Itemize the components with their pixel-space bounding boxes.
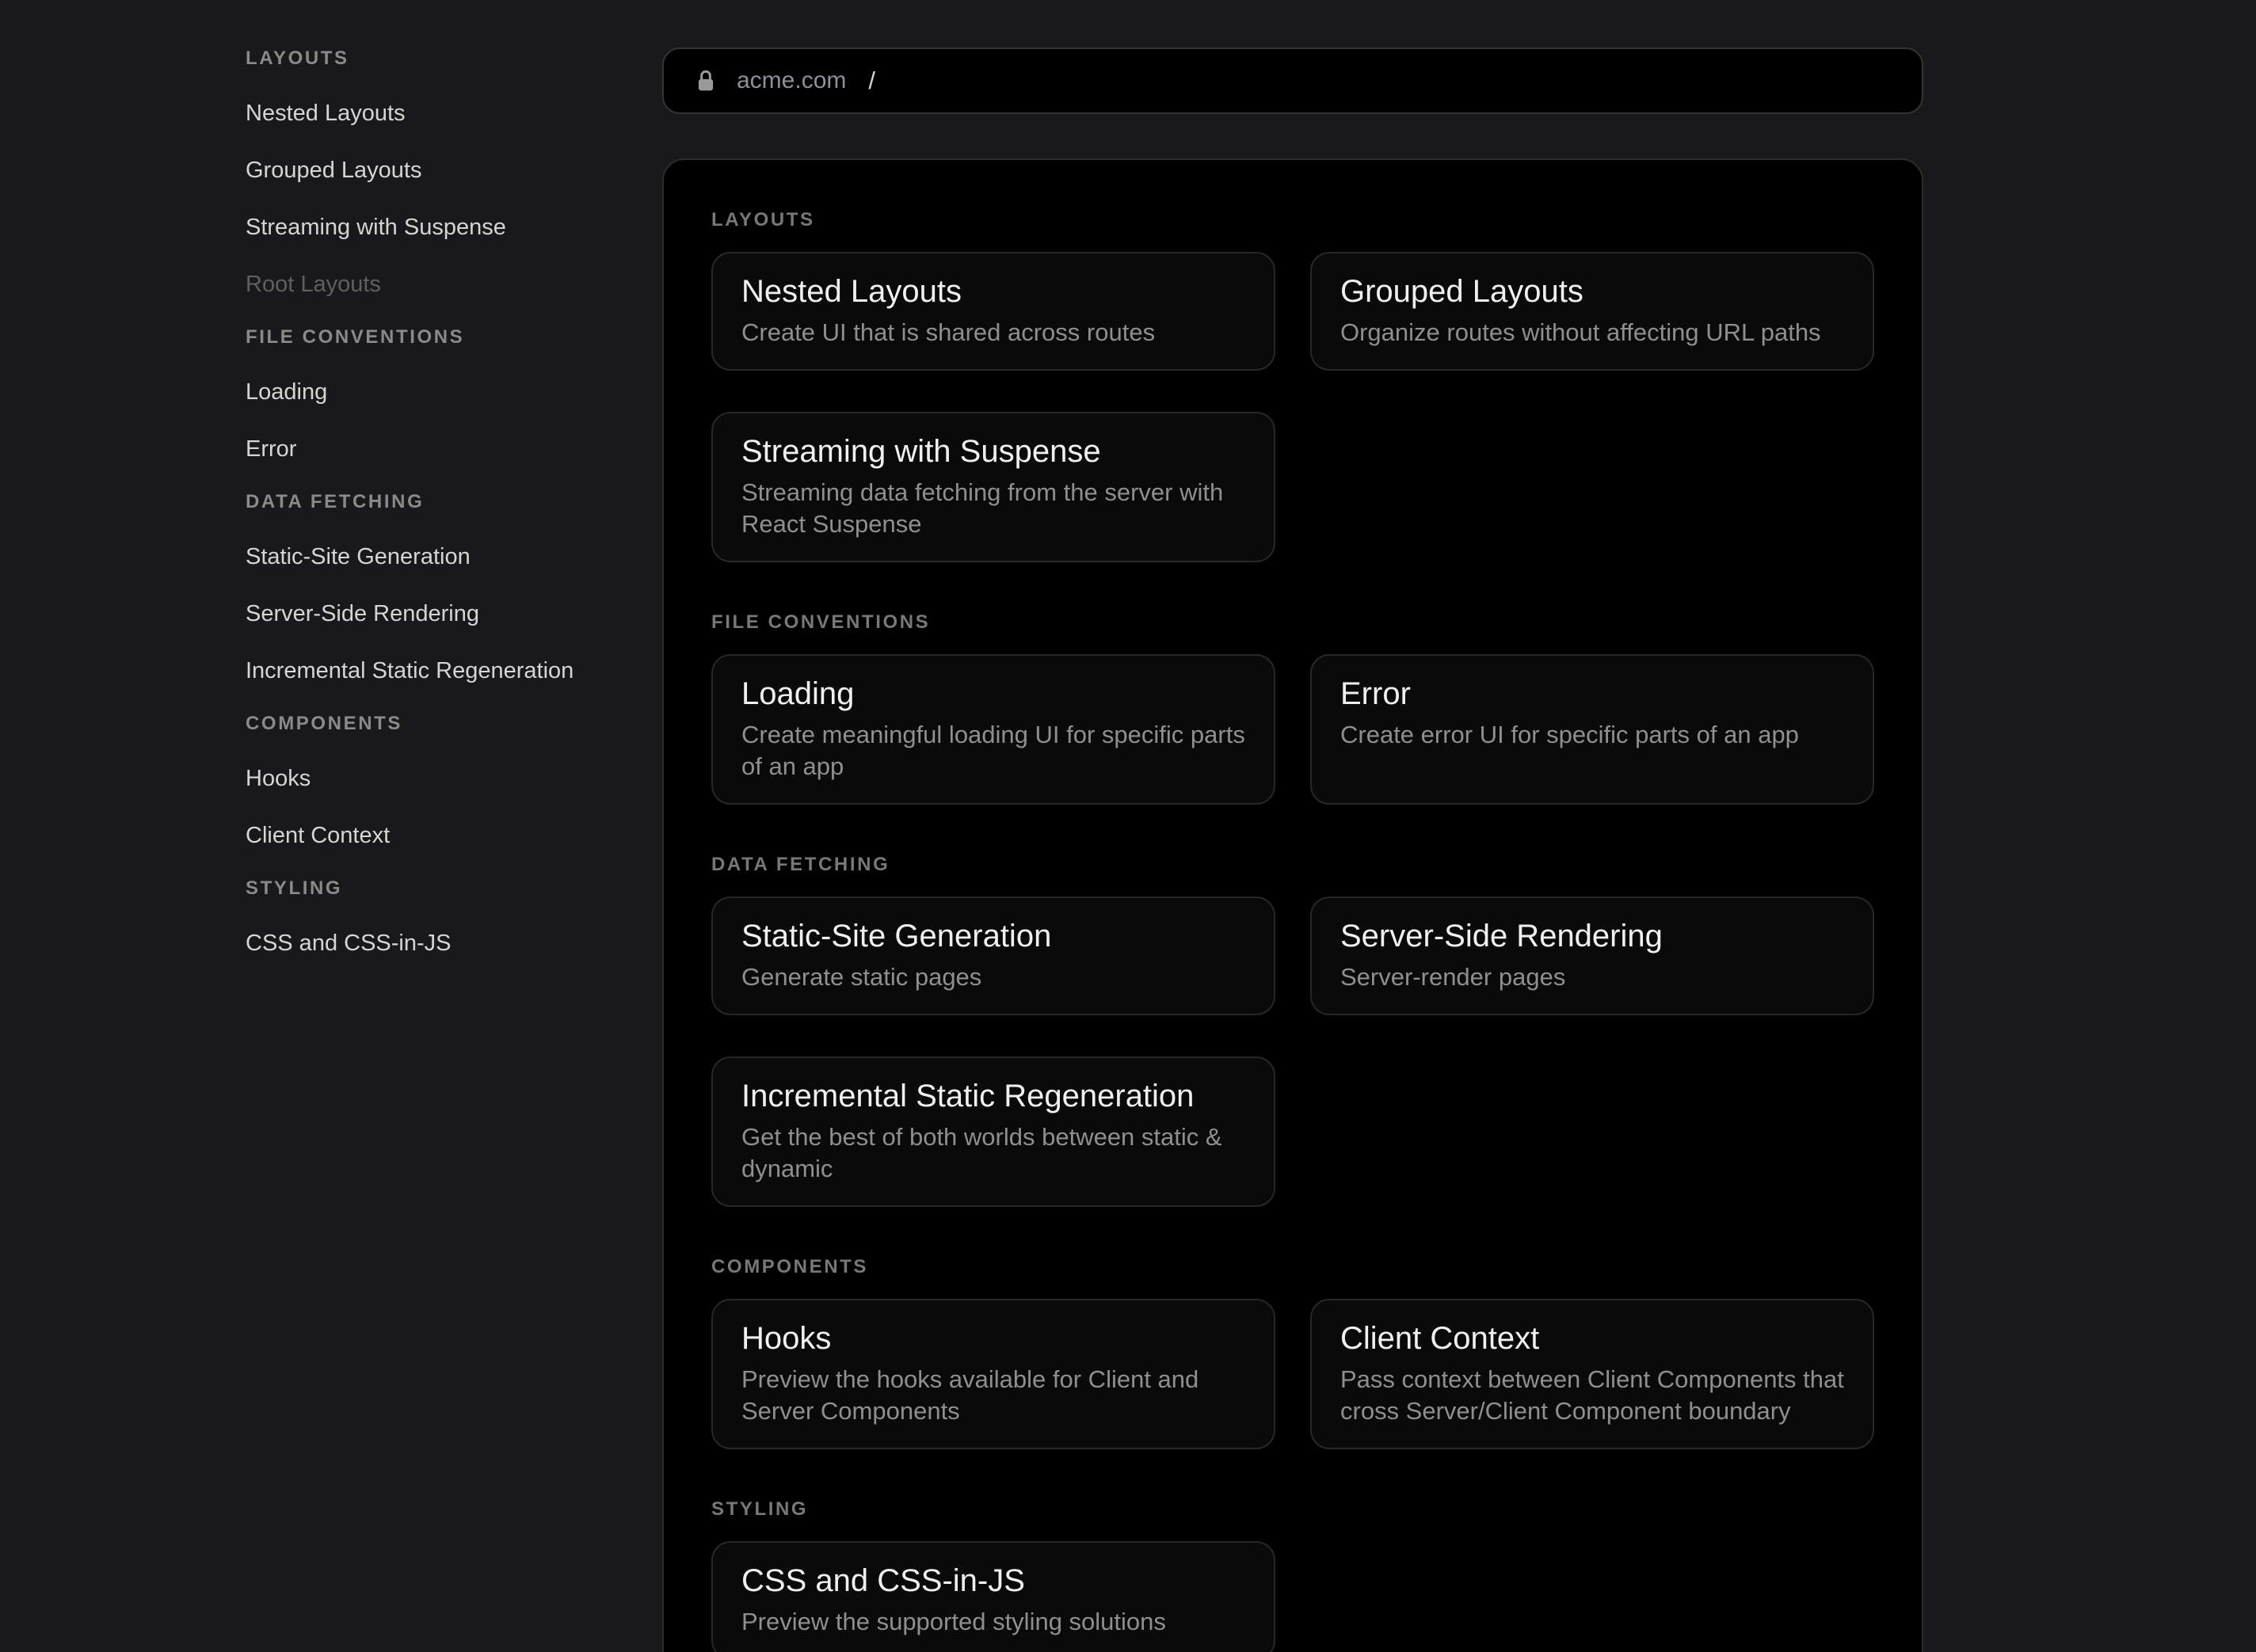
sidebar-item-loading[interactable]: Loading bbox=[246, 379, 626, 405]
card-error[interactable]: Error Create error UI for specific parts… bbox=[1310, 654, 1874, 805]
card-loading[interactable]: Loading Create meaningful loading UI for… bbox=[711, 654, 1275, 805]
sidebar-section-layouts: LAYOUTS Nested Layouts Grouped Layouts S… bbox=[246, 49, 626, 298]
card-description: Server-render pages bbox=[1340, 961, 1844, 993]
main-section-label: DATA FETCHING bbox=[711, 855, 1874, 874]
sidebar-item-grouped-layouts[interactable]: Grouped Layouts bbox=[246, 157, 626, 184]
main-section-label: COMPONENTS bbox=[711, 1258, 1874, 1277]
card-description: Create UI that is shared across routes bbox=[741, 317, 1245, 348]
main-section-data-fetching: DATA FETCHING Static-Site Generation Gen… bbox=[711, 855, 1874, 1207]
card-css-and-css-in-js[interactable]: CSS and CSS-in-JS Preview the supported … bbox=[711, 1541, 1275, 1652]
card-title: Streaming with Suspense bbox=[741, 434, 1245, 469]
card-client-context[interactable]: Client Context Pass context between Clie… bbox=[1310, 1299, 1874, 1449]
card-description: Pass context between Client Components t… bbox=[1340, 1364, 1844, 1427]
sidebar-section-label: FILE CONVENTIONS bbox=[246, 328, 626, 347]
card-title: Static-Site Generation bbox=[741, 919, 1245, 954]
card-static-site-generation[interactable]: Static-Site Generation Generate static p… bbox=[711, 896, 1275, 1015]
sidebar-section-label: COMPONENTS bbox=[246, 714, 626, 733]
sidebar-item-server-side-rendering[interactable]: Server-Side Rendering bbox=[246, 600, 626, 627]
card-streaming-with-suspense[interactable]: Streaming with Suspense Streaming data f… bbox=[711, 412, 1275, 562]
sidebar-section-styling: STYLING CSS and CSS-in-JS bbox=[246, 879, 626, 957]
sidebar-item-error[interactable]: Error bbox=[246, 436, 626, 462]
card-title: Hooks bbox=[741, 1321, 1245, 1356]
main-section-label: FILE CONVENTIONS bbox=[711, 613, 1874, 632]
main-section-styling: STYLING CSS and CSS-in-JS Preview the su… bbox=[711, 1500, 1874, 1652]
card-grid: Loading Create meaningful loading UI for… bbox=[711, 654, 1874, 805]
card-grid: Nested Layouts Create UI that is shared … bbox=[711, 252, 1874, 562]
card-nested-layouts[interactable]: Nested Layouts Create UI that is shared … bbox=[711, 252, 1275, 371]
card-description: Preview the supported styling solutions bbox=[741, 1606, 1245, 1638]
sidebar-section-label: DATA FETCHING bbox=[246, 493, 626, 512]
sidebar-item-hooks[interactable]: Hooks bbox=[246, 765, 626, 792]
card-description: Organize routes without affecting URL pa… bbox=[1340, 317, 1844, 348]
card-grouped-layouts[interactable]: Grouped Layouts Organize routes without … bbox=[1310, 252, 1874, 371]
sidebar-section-components: COMPONENTS Hooks Client Context bbox=[246, 714, 626, 849]
sidebar-item-streaming-with-suspense[interactable]: Streaming with Suspense bbox=[246, 214, 626, 241]
sidebar-section-file-conventions: FILE CONVENTIONS Loading Error bbox=[246, 328, 626, 462]
sidebar-item-static-site-generation[interactable]: Static-Site Generation bbox=[246, 543, 626, 570]
address-bar[interactable]: acme.com / bbox=[662, 48, 1923, 114]
card-title: Grouped Layouts bbox=[1340, 274, 1844, 309]
sidebar-item-nested-layouts[interactable]: Nested Layouts bbox=[246, 100, 626, 127]
card-incremental-static-regeneration[interactable]: Incremental Static Regeneration Get the … bbox=[711, 1056, 1275, 1207]
card-title: Incremental Static Regeneration bbox=[741, 1079, 1245, 1113]
address-bar-path: / bbox=[868, 67, 875, 95]
main-section-layouts: LAYOUTS Nested Layouts Create UI that is… bbox=[711, 211, 1874, 562]
sidebar-item-client-context[interactable]: Client Context bbox=[246, 822, 626, 849]
address-bar-domain: acme.com bbox=[737, 67, 846, 94]
card-description: Create error UI for specific parts of an… bbox=[1340, 719, 1844, 751]
card-grid: CSS and CSS-in-JS Preview the supported … bbox=[711, 1541, 1874, 1652]
card-title: CSS and CSS-in-JS bbox=[741, 1563, 1245, 1598]
card-description: Get the best of both worlds between stat… bbox=[741, 1121, 1245, 1185]
card-grid: Hooks Preview the hooks available for Cl… bbox=[711, 1299, 1874, 1449]
card-title: Error bbox=[1340, 676, 1844, 711]
card-server-side-rendering[interactable]: Server-Side Rendering Server-render page… bbox=[1310, 896, 1874, 1015]
lock-icon bbox=[695, 69, 716, 93]
card-description: Create meaningful loading UI for specifi… bbox=[741, 719, 1245, 782]
sidebar-item-css-and-css-in-js[interactable]: CSS and CSS-in-JS bbox=[246, 930, 626, 957]
card-title: Nested Layouts bbox=[741, 274, 1245, 309]
sidebar-item-root-layouts: Root Layouts bbox=[246, 271, 626, 298]
sidebar-item-incremental-static-regeneration[interactable]: Incremental Static Regeneration bbox=[246, 657, 626, 684]
card-description: Generate static pages bbox=[741, 961, 1245, 993]
card-description: Preview the hooks available for Client a… bbox=[741, 1364, 1245, 1427]
sidebar-section-label: STYLING bbox=[246, 879, 626, 898]
card-description: Streaming data fetching from the server … bbox=[741, 477, 1245, 540]
card-title: Client Context bbox=[1340, 1321, 1844, 1356]
card-title: Loading bbox=[741, 676, 1245, 711]
main-section-file-conventions: FILE CONVENTIONS Loading Create meaningf… bbox=[711, 613, 1874, 805]
card-title: Server-Side Rendering bbox=[1340, 919, 1844, 954]
card-hooks[interactable]: Hooks Preview the hooks available for Cl… bbox=[711, 1299, 1275, 1449]
sidebar-section-label: LAYOUTS bbox=[246, 49, 626, 68]
main-panel: LAYOUTS Nested Layouts Create UI that is… bbox=[662, 158, 1923, 1652]
card-grid: Static-Site Generation Generate static p… bbox=[711, 896, 1874, 1207]
main-section-components: COMPONENTS Hooks Preview the hooks avail… bbox=[711, 1258, 1874, 1449]
main-section-label: STYLING bbox=[711, 1500, 1874, 1519]
sidebar: LAYOUTS Nested Layouts Grouped Layouts S… bbox=[246, 49, 626, 987]
screen: LAYOUTS Nested Layouts Grouped Layouts S… bbox=[0, 0, 2256, 1652]
sidebar-section-data-fetching: DATA FETCHING Static-Site Generation Ser… bbox=[246, 493, 626, 684]
main-section-label: LAYOUTS bbox=[711, 211, 1874, 230]
